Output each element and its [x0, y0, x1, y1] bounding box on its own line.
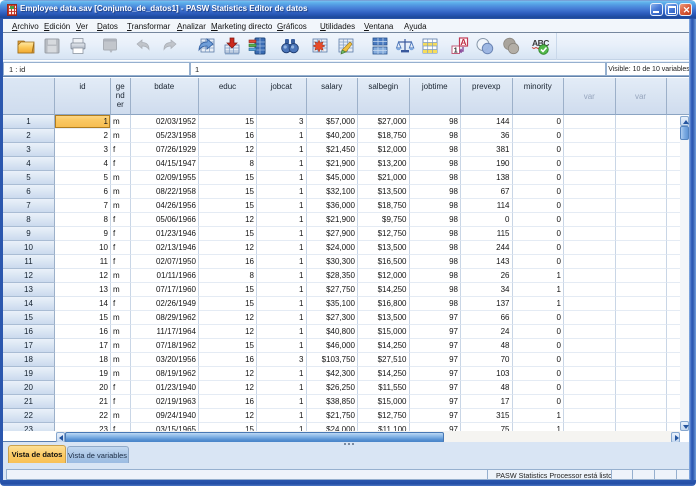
- svg-text:1: 1: [454, 47, 458, 54]
- svg-text:A: A: [460, 37, 466, 47]
